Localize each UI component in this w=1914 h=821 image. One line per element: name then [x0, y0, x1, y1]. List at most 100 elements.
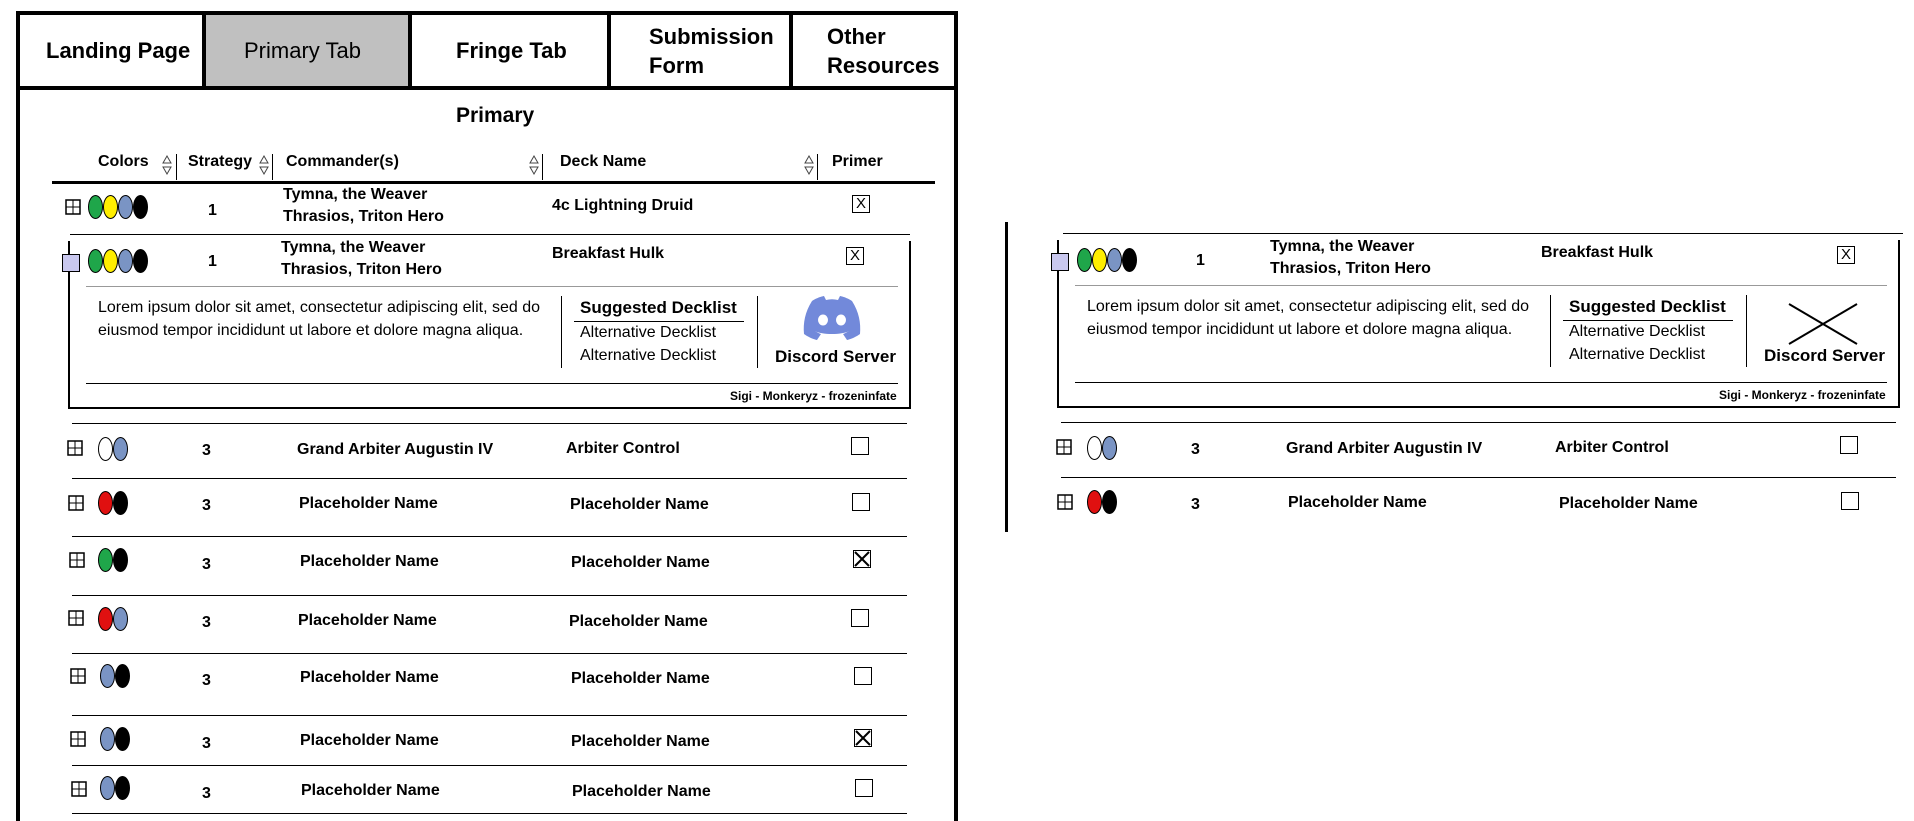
color-dot-black [1122, 248, 1137, 272]
check-x-icon [855, 730, 871, 746]
expand-icon[interactable] [70, 668, 86, 684]
header-underline [52, 181, 935, 184]
primer-checkbox[interactable] [851, 437, 869, 455]
expand-icon[interactable] [65, 199, 81, 215]
color-dot-black [1102, 490, 1117, 514]
color-dots [88, 195, 148, 219]
row-divider [70, 234, 910, 235]
primer-checkbox[interactable] [853, 550, 871, 568]
sort-icon[interactable] [529, 154, 539, 176]
primer-checkbox[interactable]: X [846, 247, 864, 265]
image-placeholder-icon[interactable] [1788, 303, 1858, 345]
col-header-deck-name[interactable]: Deck Name [560, 153, 646, 171]
color-dot-blue [113, 437, 128, 461]
primer-checkbox[interactable] [1841, 492, 1859, 510]
color-dot-black [113, 491, 128, 515]
collapse-icon[interactable] [1051, 253, 1069, 271]
discord-server-link[interactable]: Discord Server [1764, 346, 1885, 366]
commander-name: Placeholder Name [299, 495, 438, 512]
primer-checkbox[interactable] [854, 667, 872, 685]
suggested-decklist-link[interactable]: Suggested Decklist [1569, 297, 1726, 317]
color-dots [1087, 436, 1117, 460]
commander-name: Tymna, the Weaver [1270, 238, 1415, 255]
tab-fringe[interactable]: Fringe Tab [408, 11, 611, 90]
expand-icon[interactable] [71, 781, 87, 797]
tab-primary[interactable]: Primary Tab [202, 11, 412, 90]
deck-name[interactable]: Placeholder Name [569, 613, 708, 631]
commander-name: Placeholder Name [1288, 494, 1427, 511]
expand-icon[interactable] [70, 731, 86, 747]
tab-other-resources[interactable]: Other Resources [789, 11, 958, 90]
primer-checkbox[interactable] [1840, 436, 1858, 454]
color-dot-blue [118, 195, 133, 219]
sort-icon[interactable] [259, 154, 269, 176]
primer-checkbox[interactable] [854, 729, 872, 747]
panel-divider [1075, 382, 1887, 383]
collapse-icon[interactable] [62, 254, 80, 272]
primer-checkbox[interactable]: X [852, 195, 870, 213]
alternative-decklist-link[interactable]: Alternative Decklist [1569, 346, 1705, 364]
col-divider [176, 154, 177, 180]
commander-name: Thrasios, Triton Hero [1270, 260, 1431, 277]
deck-name[interactable]: Placeholder Name [571, 670, 710, 688]
primer-checkbox[interactable] [855, 779, 873, 797]
col-header-commanders[interactable]: Commander(s) [286, 153, 399, 171]
primer-checkbox[interactable]: X [1837, 246, 1855, 264]
color-dots [100, 727, 130, 751]
color-dot-red [98, 607, 113, 631]
expand-icon[interactable] [1056, 439, 1072, 455]
color-dots [98, 548, 128, 572]
primer-checkbox[interactable] [852, 493, 870, 511]
color-dot-black [113, 548, 128, 572]
col-header-colors[interactable]: Colors [98, 153, 149, 171]
expand-icon[interactable] [1057, 494, 1073, 510]
deck-name[interactable]: Arbiter Control [566, 440, 680, 458]
primer-checkbox[interactable] [851, 609, 869, 627]
tab-submission-form[interactable]: Submission Form [607, 11, 793, 90]
deck-name[interactable]: 4c Lightning Druid [552, 197, 693, 215]
expand-icon[interactable] [68, 495, 84, 511]
col-divider [817, 154, 818, 180]
sort-icon[interactable] [804, 154, 814, 176]
color-dot-blue [100, 664, 115, 688]
color-dots [1077, 248, 1137, 272]
col-header-primer[interactable]: Primer [832, 153, 883, 171]
suggested-decklist-link[interactable]: Suggested Decklist [580, 298, 737, 318]
sort-icon[interactable] [162, 154, 172, 176]
deck-name[interactable]: Placeholder Name [571, 733, 710, 751]
panel-divider [1550, 295, 1551, 367]
panel-divider [561, 296, 562, 368]
deck-name[interactable]: Placeholder Name [571, 554, 710, 572]
color-dots [98, 607, 128, 631]
deck-name[interactable]: Placeholder Name [572, 783, 711, 801]
row-divider [72, 595, 907, 596]
expand-icon[interactable] [67, 440, 83, 456]
expand-icon[interactable] [69, 552, 85, 568]
commander-name: Grand Arbiter Augustin IV [1286, 440, 1483, 457]
commander-name: Grand Arbiter Augustin IV [297, 441, 494, 458]
deck-name[interactable]: Breakfast Hulk [552, 245, 664, 263]
alternative-decklist-link[interactable]: Alternative Decklist [1569, 323, 1705, 341]
tab-landing-page[interactable]: Landing Page [16, 11, 206, 90]
color-dot-green [88, 195, 103, 219]
color-dots [100, 776, 130, 800]
color-dot-black [133, 195, 148, 219]
strategy-value: 1 [208, 253, 217, 270]
alternative-decklist-link[interactable]: Alternative Decklist [580, 347, 716, 365]
expand-icon[interactable] [68, 610, 84, 626]
color-dots [100, 664, 130, 688]
credits: Sigi - Monkeryz - frozeninfate [1719, 388, 1886, 402]
discord-icon[interactable] [802, 294, 862, 340]
discord-server-link[interactable]: Discord Server [775, 347, 896, 367]
col-header-strategy[interactable]: Strategy [188, 153, 252, 171]
deck-name[interactable]: Breakfast Hulk [1541, 244, 1653, 262]
main-frame [16, 11, 958, 821]
deck-name[interactable]: Placeholder Name [570, 496, 709, 514]
deck-name[interactable]: Arbiter Control [1555, 439, 1669, 457]
deck-name[interactable]: Placeholder Name [1559, 495, 1698, 513]
alternative-decklist-link[interactable]: Alternative Decklist [580, 324, 716, 342]
color-dot-yellow [1092, 248, 1107, 272]
suggested-underline [574, 321, 744, 322]
row-divider [1061, 477, 1896, 478]
row-divider [72, 715, 907, 716]
